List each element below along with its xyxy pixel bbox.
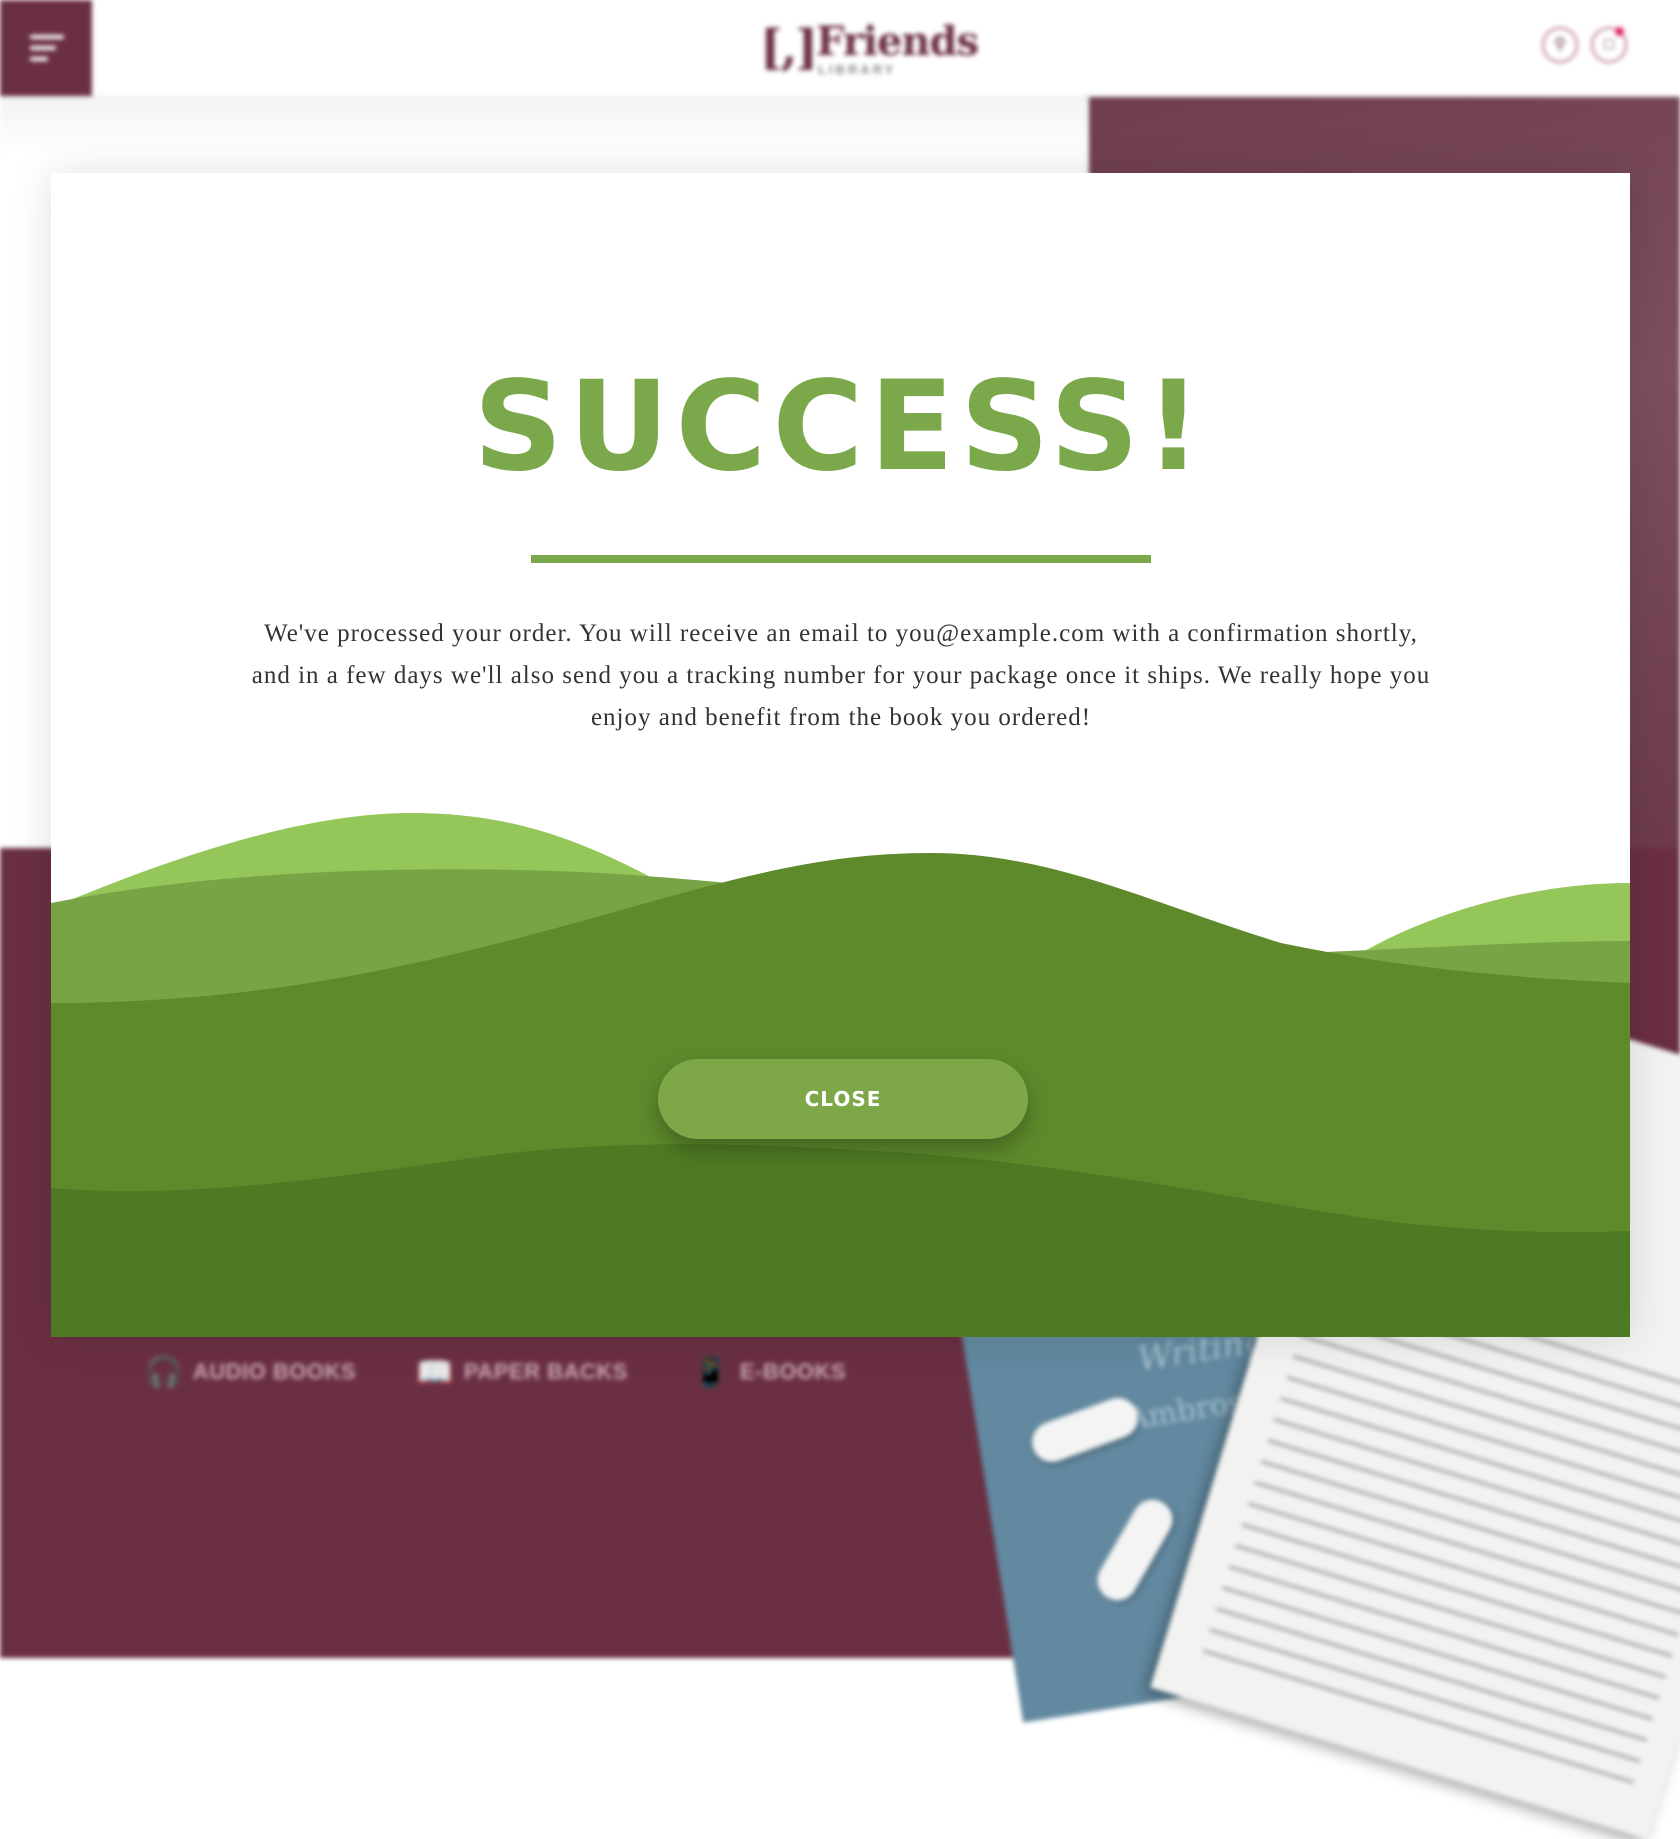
format-label: AUDIO BOOKS [192, 1359, 357, 1384]
menu-line [30, 35, 64, 39]
hamburger-menu-button[interactable] [0, 0, 92, 96]
menu-line [30, 46, 56, 50]
cart-button[interactable]: □ [1591, 27, 1627, 63]
success-modal: SUCCESS! We've processed your order. You… [51, 173, 1630, 1337]
search-icon: ⚲ [1554, 36, 1566, 53]
format-paper-backs[interactable]: 📖 PAPER BACKS [416, 1352, 628, 1392]
logo-mark: [,] [760, 20, 818, 76]
menu-line [30, 57, 48, 61]
cart-notification-dot [1615, 27, 1624, 36]
order-confirmation-message: We've processed your order. You will rec… [251, 620, 1431, 731]
top-navigation-bar: [,] Friends LIBRARY ⚲ □ [0, 0, 1680, 97]
logo-word: Friends [816, 18, 979, 65]
open-book-icon: 📖 [416, 1355, 454, 1389]
shopping-bag-icon: □ [1604, 36, 1614, 53]
search-button[interactable]: ⚲ [1542, 27, 1578, 63]
close-button[interactable]: CLOSE [658, 1059, 1028, 1139]
title-underline [531, 555, 1151, 563]
logo-subtitle: LIBRARY [818, 62, 897, 77]
success-title: SUCCESS! [473, 355, 1208, 499]
tablet-icon: 📱 [692, 1355, 730, 1389]
format-audio-books[interactable]: 🎧 AUDIO BOOKS [145, 1352, 356, 1392]
format-e-books[interactable]: 📱 E-BOOKS [692, 1352, 846, 1392]
format-label: PAPER BACKS [463, 1359, 628, 1384]
headphones-icon: 🎧 [145, 1355, 183, 1389]
format-label: E-BOOKS [739, 1359, 847, 1384]
book-text-lines [1200, 1259, 1680, 1793]
